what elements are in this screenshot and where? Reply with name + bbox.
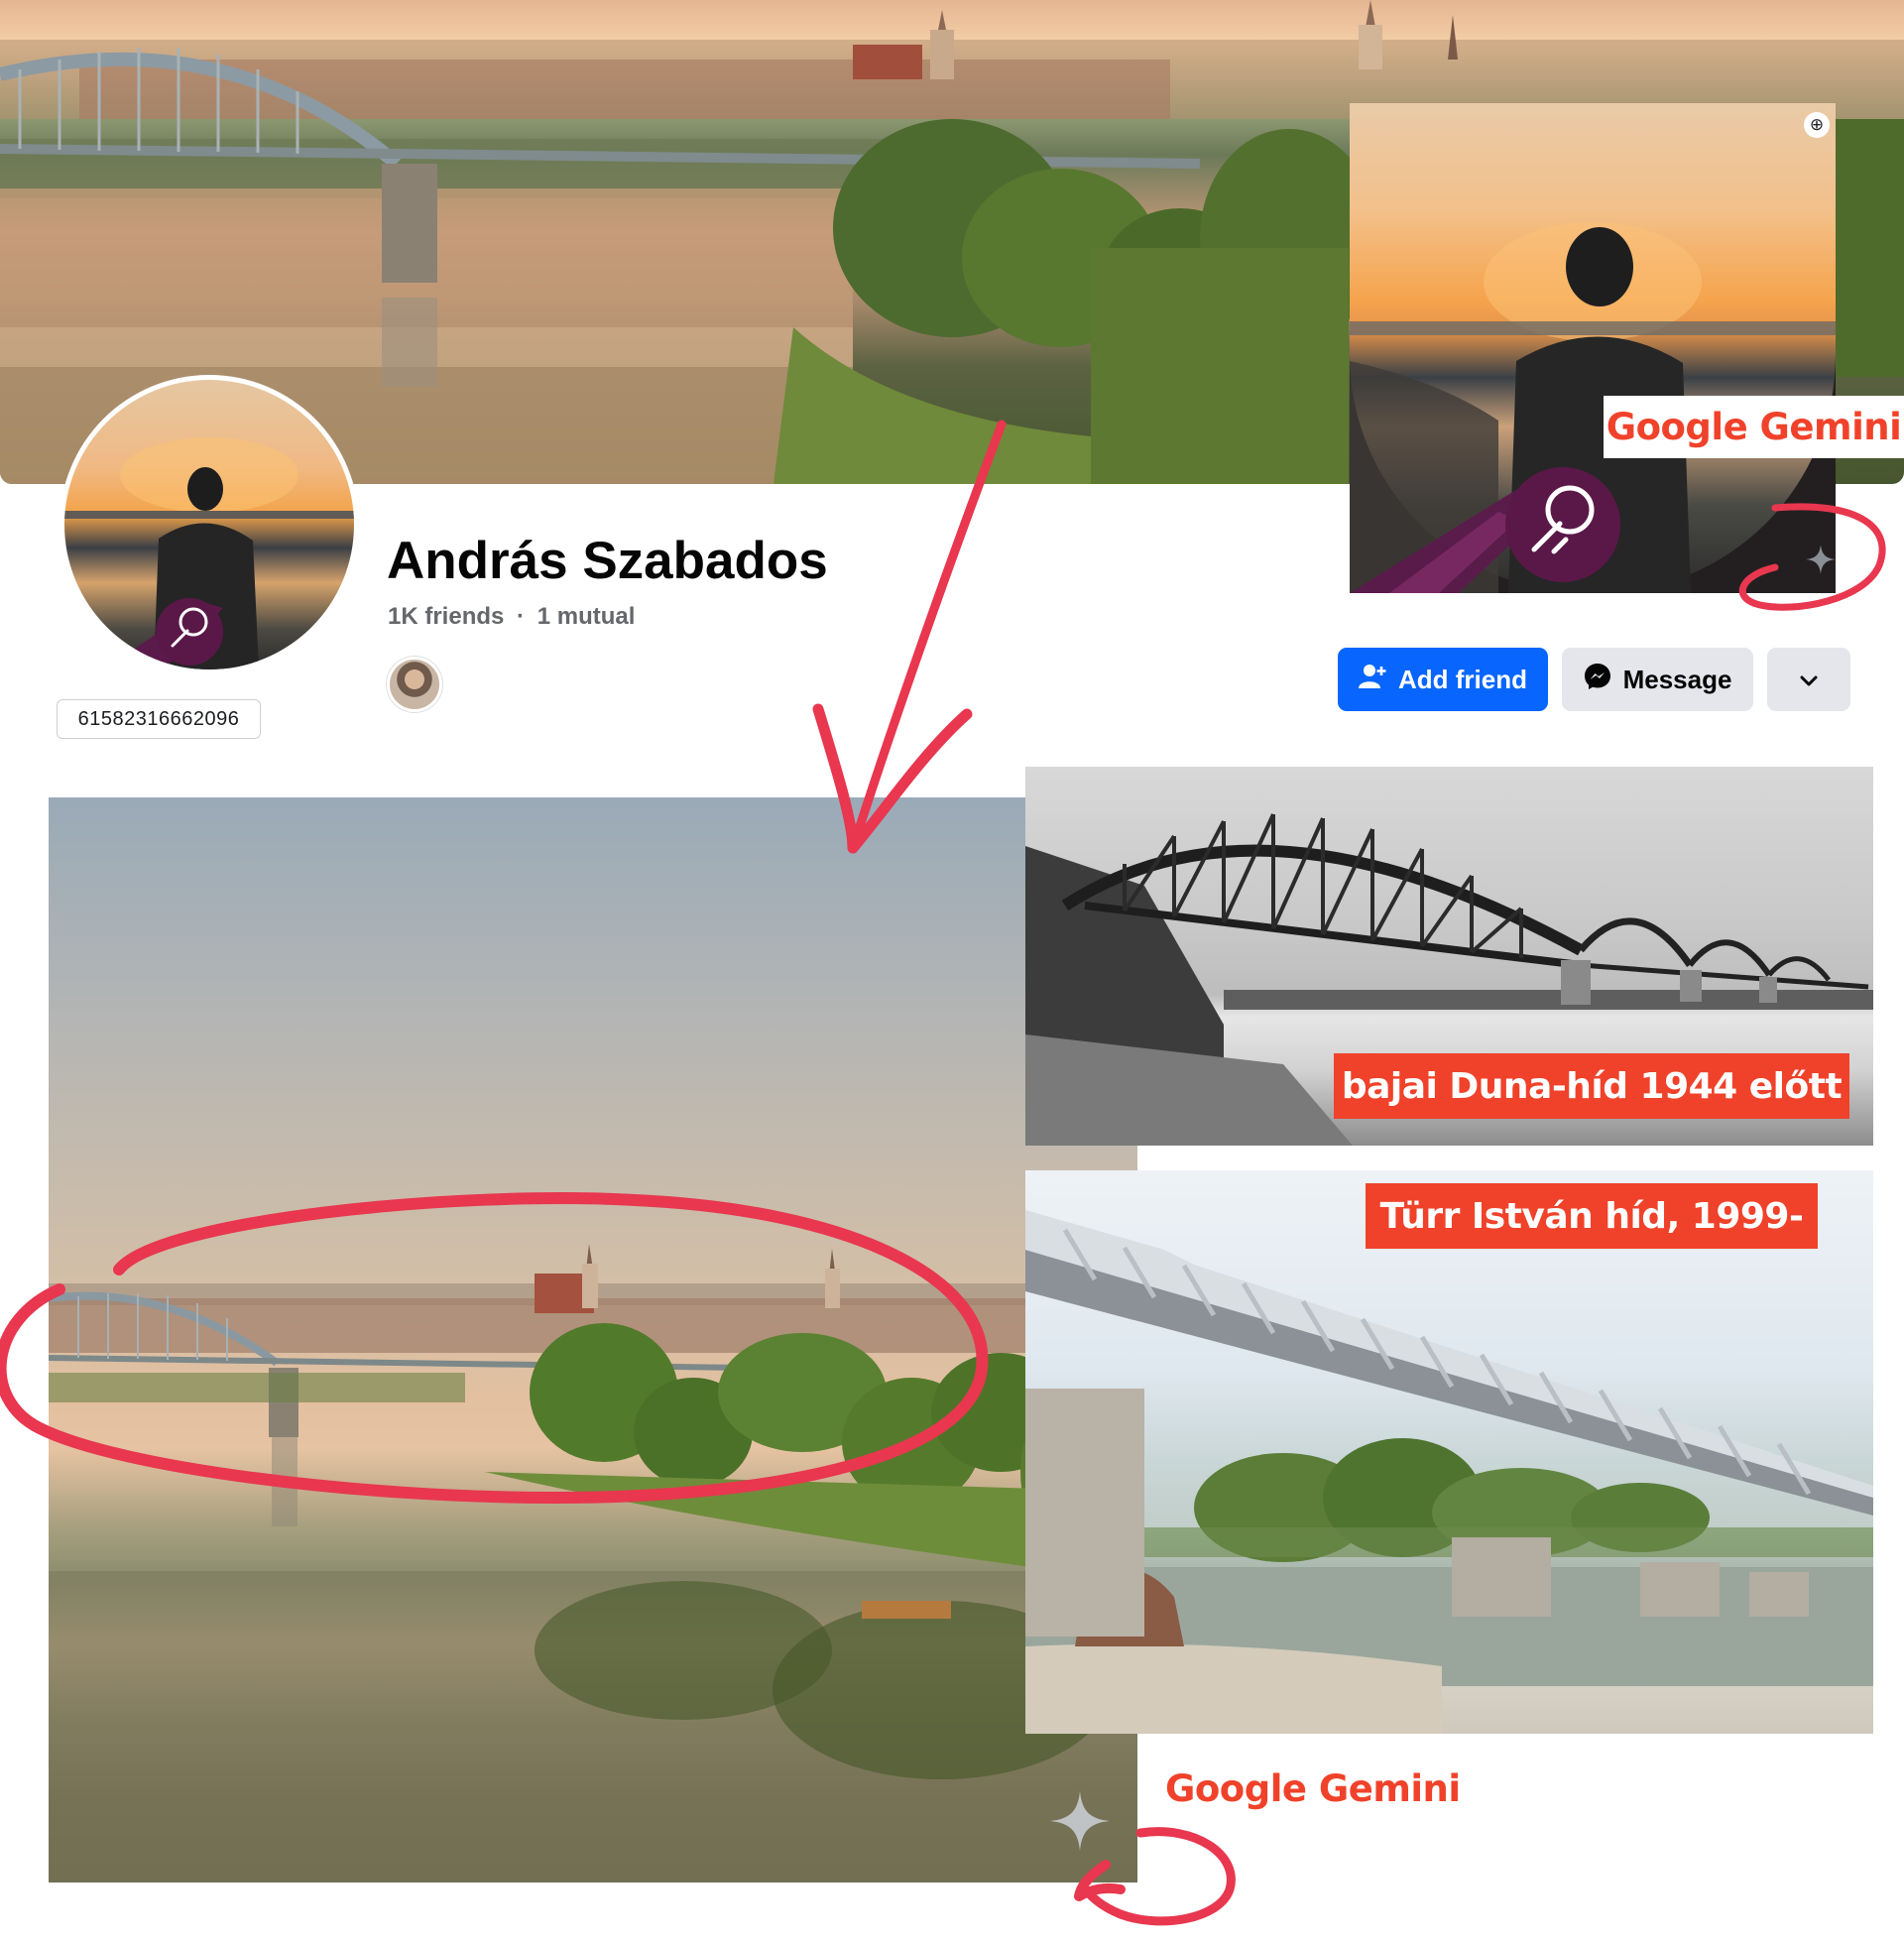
user-id-chip: 61582316662096 bbox=[57, 699, 261, 739]
more-options-button[interactable] bbox=[1767, 648, 1850, 711]
add-person-icon bbox=[1359, 664, 1386, 696]
mutual-friend-avatar[interactable] bbox=[387, 657, 442, 712]
profile-picture-illustration bbox=[64, 437, 354, 669]
zoom-in-icon[interactable]: ⊕ bbox=[1804, 112, 1830, 138]
modern-bridge-illustration bbox=[1025, 1210, 1873, 1734]
mutual-count[interactable]: 1 mutual bbox=[537, 603, 636, 630]
modern-bridge-photo bbox=[1025, 1170, 1873, 1734]
cover-photo-full-view bbox=[49, 797, 1137, 1882]
inset-illustration bbox=[1350, 222, 1836, 593]
add-friend-button[interactable]: Add friend bbox=[1338, 648, 1548, 711]
gemini-label-bottom: Google Gemini bbox=[1165, 1767, 1461, 1810]
zoomed-profile-picture bbox=[1350, 103, 1836, 593]
chevron-down-icon bbox=[1799, 665, 1819, 695]
friends-summary[interactable]: 1K friends · 1 mutual bbox=[388, 603, 635, 631]
messenger-icon bbox=[1584, 663, 1611, 697]
separator-dot: · bbox=[517, 603, 526, 630]
friends-count[interactable]: 1K friends bbox=[388, 603, 504, 630]
gemini-label-top: Google Gemini bbox=[1604, 396, 1904, 458]
historic-bridge-caption: bajai Duna-híd 1944 előtt bbox=[1334, 1053, 1849, 1119]
profile-name: András Szabados bbox=[387, 532, 828, 590]
message-button[interactable]: Message bbox=[1562, 648, 1753, 711]
profile-picture[interactable] bbox=[60, 375, 359, 674]
modern-bridge-caption: Türr István híd, 1999- bbox=[1366, 1183, 1818, 1249]
add-friend-label: Add friend bbox=[1398, 664, 1527, 694]
message-label: Message bbox=[1622, 664, 1732, 694]
marker-arrow-line bbox=[848, 420, 1007, 853]
gemini-sparkle-icon bbox=[1050, 1791, 1110, 1851]
gemini-sparkle-icon bbox=[1806, 545, 1836, 574]
landscape-illustration bbox=[49, 1244, 1137, 1882]
